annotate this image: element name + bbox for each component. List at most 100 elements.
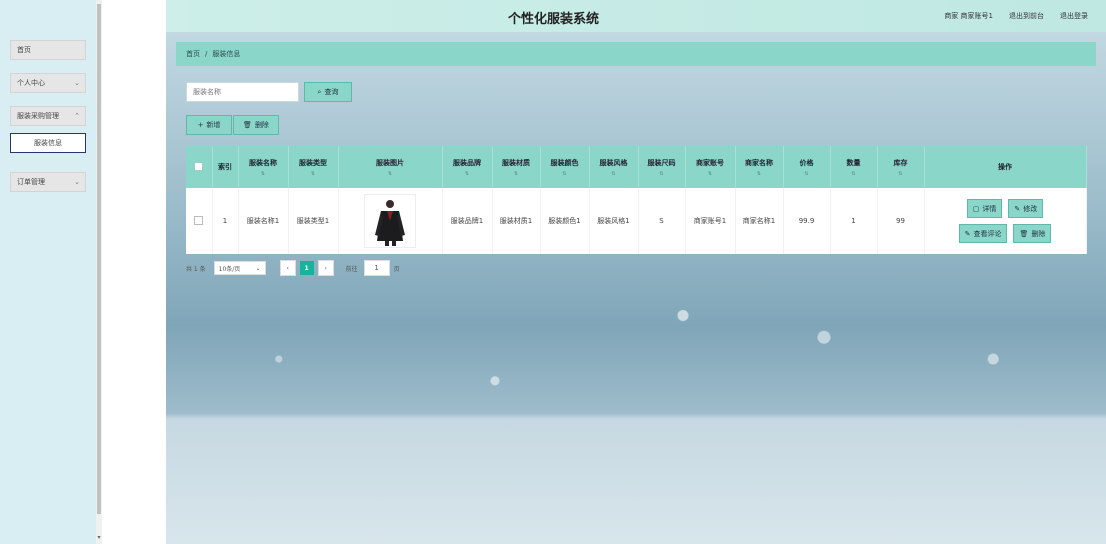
- cell-stock: 99: [877, 188, 925, 254]
- sidebar-item-order-management[interactable]: 订单管理 ⌄: [10, 172, 86, 192]
- breadcrumb-current: 服装信息: [212, 50, 241, 58]
- sort-icon: ⇅: [756, 170, 762, 177]
- cell-merchant-name: 商家名称1: [735, 188, 784, 254]
- sidebar: 首页 个人中心 ⌄ 服装采购管理 ⌃ 服装信息 订单管理 ⌄: [0, 0, 97, 544]
- page-size-select[interactable]: 10条/页 ⌄: [213, 261, 266, 275]
- document-icon: ▢: [972, 204, 980, 213]
- pagination: 共 1 条 10条/页 ⌄ ‹ 1 › 前往 1 页: [186, 260, 400, 276]
- sidebar-item-home[interactable]: 首页: [10, 40, 86, 60]
- select-all-checkbox[interactable]: [186, 146, 213, 188]
- sort-icon: ⇅: [513, 170, 519, 177]
- clothing-image: [364, 194, 416, 248]
- sort-icon: ⇅: [851, 170, 856, 177]
- scrollbar-thumb[interactable]: [97, 4, 101, 514]
- cell-name: 服装名称1: [238, 188, 289, 254]
- col-header[interactable]: 服装颜色 ⇅: [540, 146, 590, 188]
- content-gutter: [102, 0, 166, 544]
- cell-merchant-account: 商家账号1: [685, 188, 736, 254]
- col-header[interactable]: 商家账号 ⇅: [685, 146, 736, 188]
- edit-icon: ✎: [1014, 204, 1021, 213]
- sort-icon: ⇅: [464, 170, 470, 177]
- prev-page-button[interactable]: ‹: [279, 260, 296, 276]
- col-header[interactable]: 服装名称 ⇅: [238, 146, 289, 188]
- header-links: 商家 商家账号1 退出到前台 退出登录: [944, 11, 1088, 21]
- cell-actions: ▢ 详情 ✎ 修改 ✎ 查看评论 🗑 删除: [924, 188, 1087, 254]
- goto-page-input[interactable]: 1: [363, 260, 390, 276]
- col-header[interactable]: 库存 ⇅: [877, 146, 925, 188]
- col-header[interactable]: 价格 ⇅: [783, 146, 831, 188]
- data-table: 索引 服装名称 ⇅ 服装类型 ⇅ 服装图片 ⇅ 服装品牌 ⇅ 服装材质 ⇅ 服装颜色 ⇅ 服…: [186, 146, 1087, 254]
- search-input[interactable]: [186, 82, 299, 102]
- cell-quantity: 1: [830, 188, 878, 254]
- sort-icon: ⇅: [804, 170, 809, 177]
- cell-type: 服装类型1: [288, 188, 339, 254]
- next-page-button[interactable]: ›: [317, 260, 334, 276]
- col-header[interactable]: 商家名称 ⇅: [735, 146, 784, 188]
- search-button[interactable]: ⌕ 查询: [304, 82, 352, 102]
- col-header[interactable]: 服装图片 ⇅: [338, 146, 443, 188]
- view-reviews-button[interactable]: ✎ 查看评论: [958, 224, 1008, 243]
- col-header[interactable]: 服装材质 ⇅: [492, 146, 541, 188]
- sidebar-item-label: 服装采购管理: [17, 112, 59, 120]
- sort-icon: ⇅: [562, 170, 567, 177]
- cell-brand: 服装品牌1: [442, 188, 493, 254]
- cell-price: 99.9: [783, 188, 831, 254]
- sidebar-item-label: 个人中心: [17, 79, 45, 87]
- page-unit: 页: [393, 265, 400, 273]
- cell-image: [338, 188, 443, 254]
- header-bar: 个性化服装系统 商家 商家账号1 退出到前台 退出登录: [166, 0, 1106, 32]
- delete-button[interactable]: 🗑 删除: [1013, 224, 1052, 243]
- breadcrumb: 首页 / 服装信息: [176, 42, 1096, 66]
- sidebar-item-personal-center[interactable]: 个人中心 ⌄: [10, 73, 86, 93]
- breadcrumb-separator: /: [205, 50, 208, 58]
- sidebar-item-label: 首页: [17, 46, 31, 54]
- goto-label: 前往: [345, 265, 358, 273]
- sort-icon: ⇅: [611, 170, 616, 177]
- back-to-front-link[interactable]: 退出到前台: [1009, 11, 1044, 21]
- trash-icon: 🗑: [1019, 229, 1029, 238]
- breadcrumb-home[interactable]: 首页: [186, 49, 200, 59]
- sort-icon: ⇅: [260, 170, 266, 177]
- col-header[interactable]: 服装尺码 ⇅: [638, 146, 686, 188]
- logout-link[interactable]: 退出登录: [1060, 11, 1088, 21]
- plus-icon: +: [197, 121, 204, 129]
- add-button[interactable]: + 新增: [186, 115, 232, 135]
- col-header[interactable]: 服装风格 ⇅: [589, 146, 639, 188]
- sidebar-item-clothing-info[interactable]: 服装信息: [10, 133, 86, 153]
- search-button-label: 查询: [324, 88, 339, 96]
- delete-button-label: 删除: [254, 121, 269, 129]
- sidebar-item-label: 服装信息: [34, 139, 62, 147]
- cell-index: 1: [212, 188, 239, 254]
- current-user: 商家 商家账号1: [944, 12, 993, 20]
- sort-icon: ⇅: [898, 170, 903, 177]
- batch-delete-button[interactable]: 🗑 删除: [233, 115, 279, 135]
- main-content: 个性化服装系统 商家 商家账号1 退出到前台 退出登录 首页 / 服装信息 ⌕ …: [166, 0, 1106, 544]
- col-header[interactable]: 服装类型 ⇅: [288, 146, 339, 188]
- sort-icon: ⇅: [387, 170, 393, 177]
- page-title: 个性化服装系统: [507, 12, 599, 27]
- sidebar-item-clothing-management[interactable]: 服装采购管理 ⌃: [10, 106, 86, 126]
- cell-material: 服装材质1: [492, 188, 541, 254]
- cell-style: 服装风格1: [589, 188, 639, 254]
- table-header-row: 索引 服装名称 ⇅ 服装类型 ⇅ 服装图片 ⇅ 服装品牌 ⇅ 服装材质 ⇅ 服装颜色 ⇅ 服…: [186, 146, 1087, 188]
- chevron-right-icon: ›: [324, 264, 327, 272]
- col-header: 索引: [212, 146, 239, 188]
- chevron-up-icon: ⌃: [74, 112, 80, 120]
- edit-icon: ✎: [964, 229, 971, 238]
- row-checkbox[interactable]: [186, 188, 213, 254]
- add-button-label: 新增: [206, 121, 221, 129]
- page-number-current[interactable]: 1: [299, 261, 314, 275]
- col-header[interactable]: 服装品牌 ⇅: [442, 146, 493, 188]
- sort-icon: ⇅: [707, 170, 713, 177]
- trash-icon: 🗑: [243, 121, 252, 129]
- edit-button[interactable]: ✎ 修改: [1008, 199, 1044, 218]
- col-header[interactable]: 数量 ⇅: [830, 146, 878, 188]
- cell-color: 服装颜色1: [540, 188, 590, 254]
- sidebar-item-label: 订单管理: [17, 178, 45, 186]
- chevron-down-icon: ⌄: [255, 264, 261, 272]
- chevron-down-icon: ⌄: [74, 178, 80, 186]
- sort-icon: ⇅: [310, 170, 316, 177]
- detail-button[interactable]: ▢ 详情: [966, 199, 1003, 218]
- search-icon: ⌕: [317, 87, 322, 96]
- table-row: 1 服装名称1 服装类型1 服装品牌1 服装材质1 服装颜色1 服装风格1 S …: [186, 188, 1087, 254]
